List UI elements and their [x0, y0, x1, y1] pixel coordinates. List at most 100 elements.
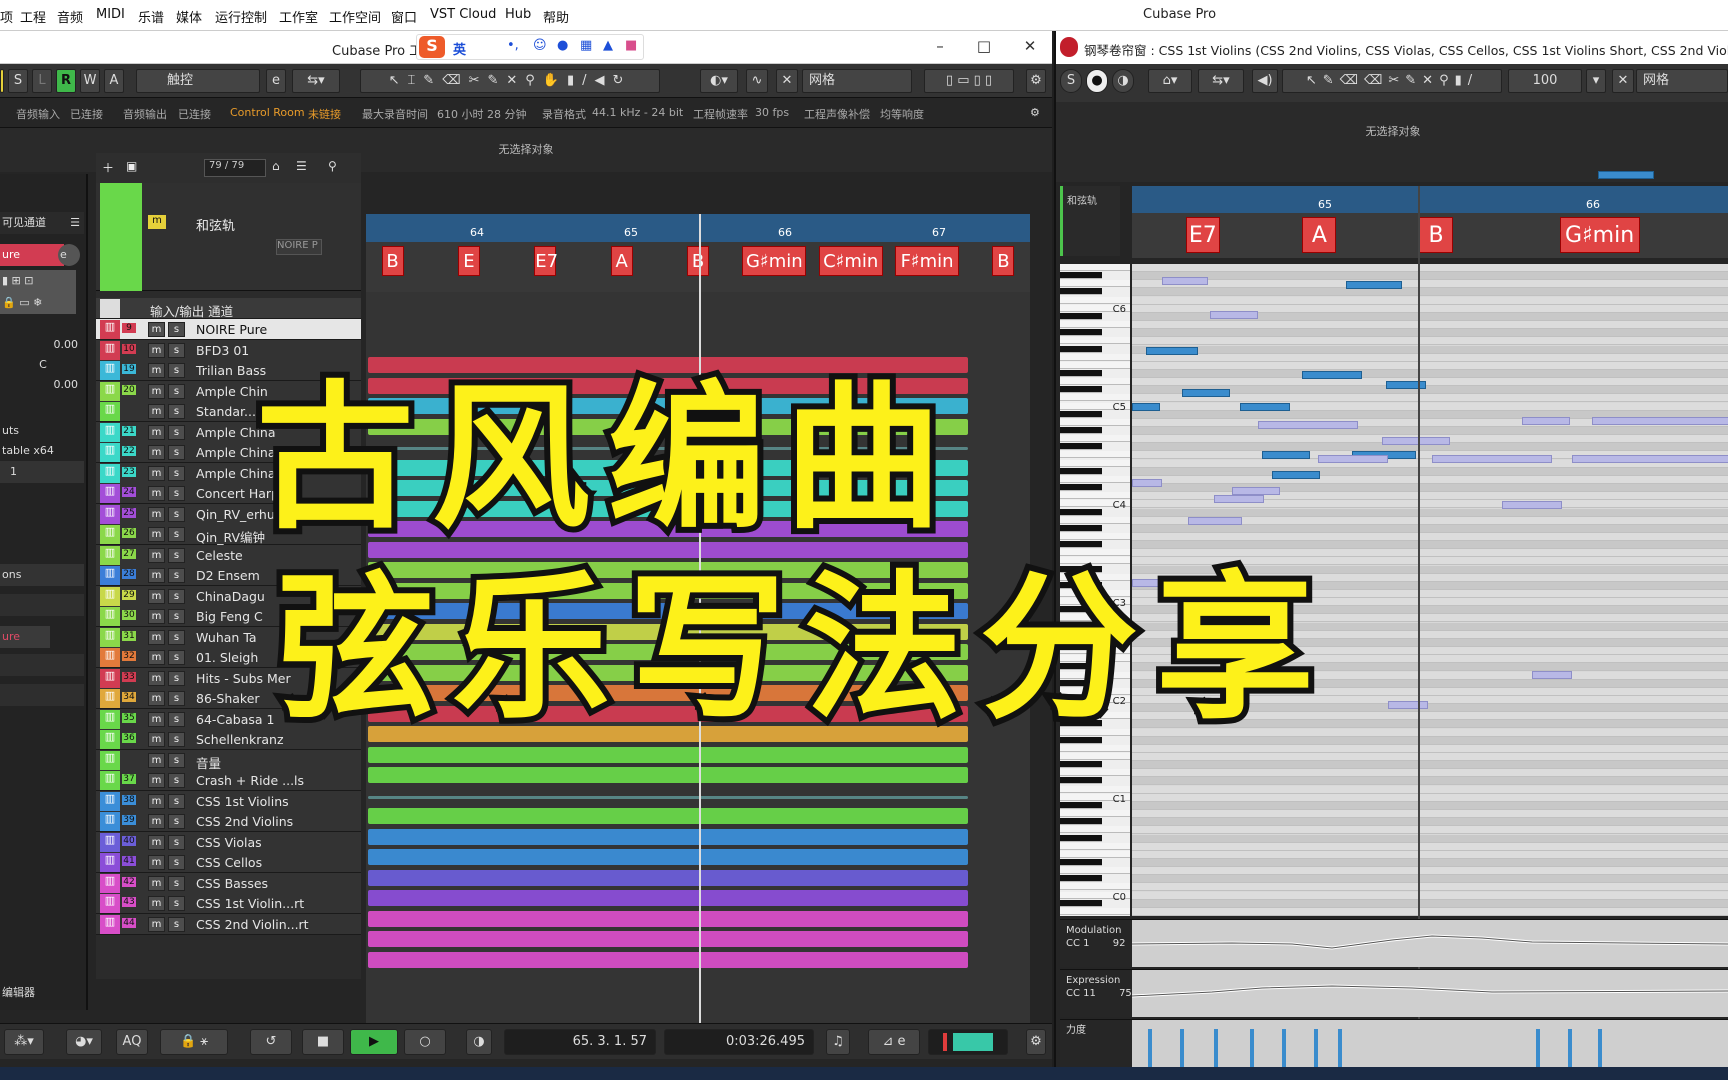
menu-item-studio[interactable]: 工作室 [279, 7, 318, 26]
sogou-icon[interactable]: S [419, 36, 445, 58]
folder-icon[interactable]: ▣ [126, 159, 137, 173]
instrument-name[interactable]: ure [0, 626, 50, 648]
zones-buttons[interactable]: ▯ ▭ ▯ ▯ [924, 69, 1014, 93]
track-color-icon[interactable]: ▥ [100, 545, 120, 565]
midi-note[interactable] [1598, 171, 1654, 179]
midi-note[interactable] [1318, 455, 1388, 463]
white-key[interactable] [1060, 883, 1130, 891]
emoji-icon[interactable]: ☺ [533, 38, 547, 53]
solo-button[interactable]: s [168, 670, 185, 686]
snap-mode-icon[interactable]: ∿ [746, 69, 768, 93]
track-row[interactable]: ▥ 37 m s Crash + Ride ...ls [96, 770, 361, 791]
ime-lang[interactable]: 英 [453, 39, 466, 58]
track-row[interactable]: ▥ 26 m s Qin_RV编钟 [96, 524, 361, 545]
midi-note[interactable] [1162, 277, 1208, 285]
track-row[interactable]: ▥ 40 m s CSS Violas [96, 831, 361, 853]
mute-button[interactable]: m [148, 322, 165, 337]
midi-part[interactable] [368, 869, 968, 886]
white-key[interactable] [1060, 590, 1130, 597]
midi-part[interactable] [368, 705, 968, 722]
midi-part[interactable] [368, 377, 968, 394]
track-row[interactable]: ▥ 22 m s Ample China [96, 442, 361, 463]
black-key[interactable] [1060, 622, 1102, 630]
insert-velocity[interactable]: 100 [1533, 73, 1558, 88]
midi-note[interactable] [1386, 381, 1426, 389]
solo-button[interactable]: s [168, 465, 185, 481]
track-color-icon[interactable]: ▥ [100, 730, 120, 749]
menu-item-project-short[interactable]: 项 [0, 7, 13, 26]
velocity-box[interactable]: 100 [1508, 69, 1582, 93]
play-icon[interactable]: ▶ [350, 1029, 398, 1055]
solo-button[interactable]: s [168, 568, 185, 583]
section-row-3[interactable] [0, 684, 84, 706]
white-key[interactable] [1060, 321, 1130, 329]
smile-icon[interactable]: ◕▾ [66, 1029, 102, 1055]
solo-button[interactable]: s [168, 711, 185, 727]
mute-button[interactable]: m [148, 650, 165, 665]
midi-part[interactable] [368, 849, 968, 865]
midi-part[interactable] [368, 890, 968, 906]
track-buttons-2[interactable]: 🔒 ▭ ❄ [0, 292, 76, 314]
black-key[interactable] [1060, 663, 1102, 671]
track-row[interactable]: ▥ 36 m s Schellenkranz [96, 729, 361, 750]
midi-note[interactable] [1132, 403, 1160, 411]
chord-event[interactable]: A [610, 246, 633, 276]
white-key[interactable] [1060, 435, 1130, 443]
midi-note[interactable] [1572, 455, 1728, 463]
grid-select[interactable]: 网格 [802, 69, 912, 93]
white-key[interactable] [1060, 418, 1130, 426]
white-key[interactable] [1060, 769, 1130, 777]
black-key[interactable] [1060, 565, 1102, 573]
solo-all-button[interactable]: S [8, 69, 28, 93]
black-key[interactable] [1060, 467, 1102, 475]
menu-item-hub[interactable]: Hub [505, 7, 531, 22]
midi-part[interactable] [368, 828, 968, 845]
track-color-icon[interactable]: ▥ [100, 381, 120, 401]
midi-part[interactable] [368, 795, 968, 799]
delay-value[interactable]: 0.00 [0, 374, 84, 396]
midi-part[interactable] [368, 664, 968, 681]
track-row[interactable]: ▥ 24 m s Concert Harp [96, 483, 361, 504]
velocity-bar[interactable] [1282, 1029, 1286, 1067]
note-grid[interactable] [1132, 171, 1728, 916]
midi-note[interactable] [1214, 495, 1264, 503]
track-color-icon[interactable]: ▥ [100, 402, 120, 421]
track-row[interactable]: ▥ 20 m s Ample Chin [96, 380, 361, 402]
midi-note[interactable] [1592, 417, 1728, 425]
midi-note[interactable] [1532, 671, 1572, 679]
black-key[interactable] [1060, 899, 1102, 907]
read-button[interactable]: R [56, 69, 76, 93]
ruler[interactable]: 64 65 66 67 [366, 214, 1030, 242]
midi-channel[interactable]: 1 [0, 461, 84, 483]
track-color-icon[interactable]: ▥ [100, 873, 120, 893]
track-color-icon[interactable]: ▥ [100, 668, 120, 688]
automation-mode-select[interactable]: 触控 [136, 69, 260, 93]
white-key[interactable] [1060, 459, 1130, 467]
editor-tab[interactable]: 编辑器 [0, 982, 84, 1004]
white-key[interactable] [1060, 753, 1130, 760]
volume-value[interactable]: 0.00 [0, 334, 84, 356]
track-color-icon[interactable]: ▥ [100, 504, 120, 524]
white-key[interactable] [1060, 296, 1130, 304]
record-editor-icon[interactable]: ● [1086, 69, 1108, 93]
midi-note[interactable] [1302, 371, 1362, 379]
transport-gear-icon[interactable]: ⚙ [1026, 1029, 1046, 1055]
mute-button[interactable]: m [148, 711, 165, 727]
speaker-icon[interactable]: ◀) [1252, 69, 1278, 93]
section-row[interactable] [0, 594, 84, 616]
midi-note[interactable] [1146, 347, 1198, 355]
mute-button[interactable]: m [148, 445, 165, 460]
black-key[interactable] [1060, 508, 1102, 516]
white-key[interactable] [1060, 394, 1130, 402]
midi-part[interactable] [368, 685, 968, 701]
black-key[interactable] [1060, 875, 1102, 883]
midi-note[interactable] [1502, 501, 1562, 509]
position-display[interactable]: 65. 3. 1. 57 [504, 1029, 656, 1055]
menu-item-project[interactable]: 工程 [20, 7, 46, 26]
solo-button[interactable]: s [168, 875, 185, 891]
chord-event[interactable]: C♯min [818, 246, 883, 276]
mute-button[interactable]: m [148, 670, 165, 686]
mute-button[interactable]: m [148, 793, 165, 809]
track-row[interactable]: ▥ 35 m s 64-Cabasa 1 [96, 708, 361, 730]
menu-item-audio[interactable]: 音频 [57, 7, 83, 26]
